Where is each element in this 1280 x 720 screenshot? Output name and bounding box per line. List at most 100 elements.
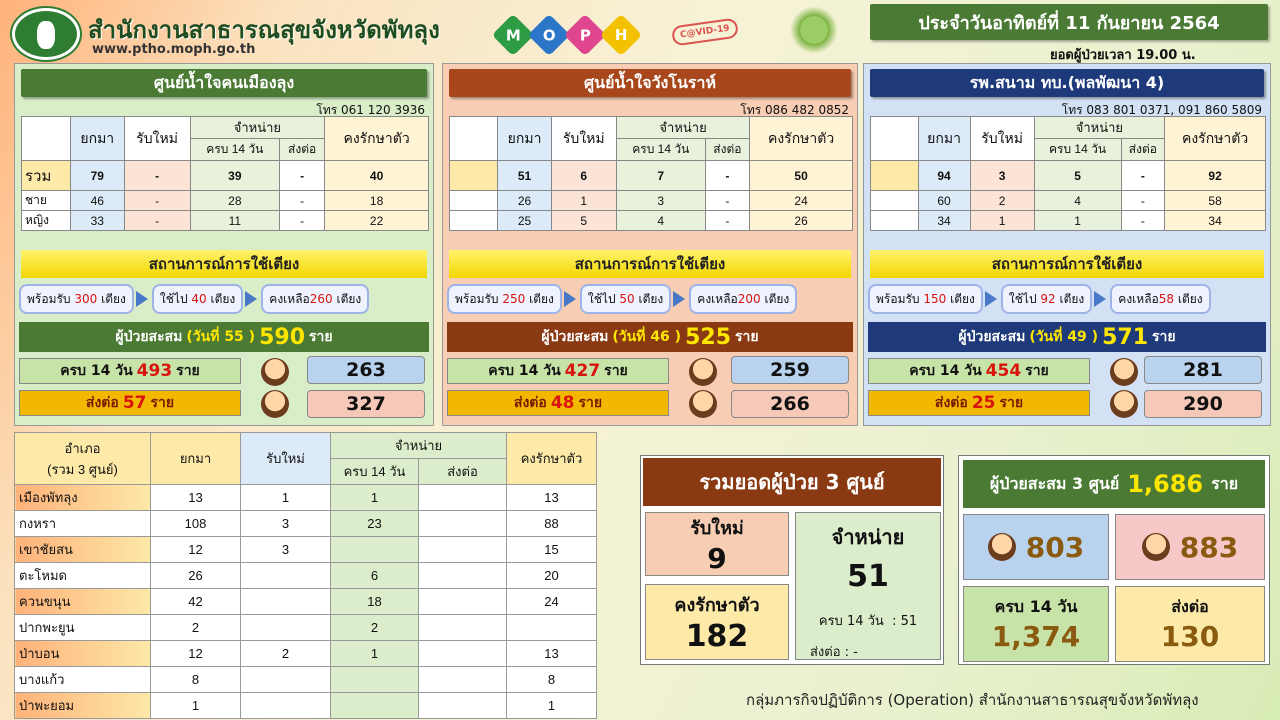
row-total-label bbox=[448, 160, 499, 191]
row-total-cell: 50 bbox=[749, 160, 853, 191]
bed-used: ใช้ไป 92 เตียง bbox=[1000, 284, 1093, 314]
row-total-cell: - bbox=[1120, 160, 1166, 191]
summary-new-label: รับใหม่ bbox=[690, 518, 744, 539]
district-cell: 20 bbox=[506, 562, 597, 589]
row-total-cell: 6 bbox=[550, 160, 617, 191]
cumulative-unit: ราย bbox=[1211, 473, 1239, 493]
refer-box: ส่งต่อ 57 ราย bbox=[19, 390, 241, 416]
summary-title: รวมยอดผู้ป่วย 3 ศูนย์ bbox=[643, 458, 941, 506]
district-name: ป่าบอน bbox=[14, 640, 151, 667]
bed-left-label: คงเหลือ bbox=[697, 291, 738, 306]
website-link[interactable]: www.ptho.moph.go.th bbox=[92, 42, 255, 57]
bed-unit: เตียง bbox=[1177, 291, 1203, 306]
district-cell: 13 bbox=[506, 640, 597, 667]
panel-table: ยกมา รับใหม่ จำหน่าย คงรักษาตัว ครบ 14 ว… bbox=[870, 116, 1266, 231]
row-male-cell: 28 bbox=[189, 190, 281, 211]
girls-count: 327 bbox=[307, 390, 425, 418]
district-cell bbox=[418, 484, 507, 511]
cumulative-value: 1,686 bbox=[1127, 470, 1204, 498]
corner-cell bbox=[21, 116, 71, 161]
col-new: รับใหม่ bbox=[240, 432, 331, 485]
district-cell: 6 bbox=[330, 562, 419, 589]
bed-unit: เตียง bbox=[764, 291, 790, 306]
refer-value: 48 bbox=[550, 393, 575, 413]
col-remaining: คงรักษาตัว bbox=[749, 116, 853, 161]
district-cell bbox=[418, 536, 507, 563]
panel-1: ศูนย์น้ำใจคนเมืองลุง โทร 061 120 3936 ยก… bbox=[14, 63, 434, 426]
bed-unit: เตียง bbox=[529, 291, 554, 306]
row-female-cell: 11 bbox=[189, 210, 281, 231]
cumulative-refer: ส่งต่อ 130 bbox=[1115, 586, 1265, 662]
district-name: เมืองพัทลุง bbox=[14, 484, 151, 511]
row-female-cell: 34 bbox=[1164, 210, 1266, 231]
arrow-icon bbox=[135, 291, 150, 307]
district-cell bbox=[418, 640, 507, 667]
time-note: ยอดผู้ป่วยเวลา 19.00 น. bbox=[1050, 48, 1196, 63]
cum-day: (วันที่ 55 ) bbox=[186, 326, 255, 348]
district-cell: 12 bbox=[150, 536, 241, 563]
arrow-icon bbox=[563, 291, 578, 307]
district-cell: 88 bbox=[506, 510, 597, 537]
row-male-cell: 2 bbox=[969, 190, 1035, 211]
bed-unit: เตียง bbox=[336, 291, 362, 306]
summary-discharge-label: จำหน่าย bbox=[831, 525, 905, 549]
done14-value: 427 bbox=[564, 361, 601, 381]
row-female-label bbox=[448, 210, 499, 231]
bed-unit: เตียง bbox=[950, 291, 975, 306]
col-carried: ยกมา bbox=[69, 116, 125, 161]
district-header-sub: (รวม 3 ศูนย์) bbox=[47, 461, 118, 477]
row-male-label bbox=[870, 190, 919, 211]
cumulative-panel: ผู้ป่วยสะสม 3 ศูนย์ 1,686 ราย 803 883 คร… bbox=[958, 455, 1270, 665]
bed-status-bar: สถานการณ์การใช้เตียง bbox=[449, 250, 851, 278]
district-cell bbox=[330, 536, 419, 563]
cumulative-done14-value: 1,374 bbox=[991, 620, 1081, 653]
row-female-cell: 4 bbox=[615, 210, 706, 231]
cumulative-done14: ครบ 14 วัน 1,374 bbox=[963, 586, 1109, 662]
row-female-cell: 33 bbox=[69, 210, 125, 231]
col-refer: ส่งต่อ bbox=[279, 138, 326, 161]
summary-new-value: 9 bbox=[707, 542, 727, 575]
cum-day-prefix: (วันที่ bbox=[186, 329, 220, 345]
col-new: รับใหม่ bbox=[969, 116, 1035, 161]
bed-unit: เตียง bbox=[101, 291, 126, 306]
col-refer: ส่งต่อ bbox=[418, 458, 507, 485]
row-female-cell: - bbox=[1120, 210, 1166, 231]
district-name: ป่าพะยอม bbox=[14, 692, 151, 719]
summary-discharge-value: 51 bbox=[847, 559, 889, 594]
district-cell: 2 bbox=[330, 614, 419, 641]
bed-left-label: คงเหลือ bbox=[1118, 291, 1159, 306]
row-female-cell: 22 bbox=[324, 210, 429, 231]
row-male-cell: - bbox=[1120, 190, 1166, 211]
row-total-label bbox=[870, 160, 919, 191]
arrow-icon bbox=[1094, 291, 1108, 307]
summary-remaining-value: 182 bbox=[685, 619, 749, 654]
col-complete14: ครบ 14 วัน bbox=[189, 138, 281, 161]
district-name: ควนขนุน bbox=[14, 588, 151, 615]
district-cell: 15 bbox=[506, 536, 597, 563]
row-total-cell: 51 bbox=[497, 160, 552, 191]
moph-letter-h: H bbox=[599, 13, 643, 57]
table-row: ป่าพะยอม 1 1 bbox=[14, 692, 597, 719]
row-total-label: รวม bbox=[21, 160, 71, 191]
moph-logo bbox=[12, 8, 80, 60]
row-total-cell: 40 bbox=[324, 160, 429, 191]
row-female-cell: 34 bbox=[917, 210, 971, 231]
bed-ready: พร้อมรับ 250 เตียง bbox=[447, 284, 562, 314]
district-cell bbox=[418, 614, 507, 641]
row-total-cell: 3 bbox=[969, 160, 1035, 191]
summary-remaining-label: คงรักษาตัว bbox=[674, 595, 760, 616]
refer-label: ส่งต่อ bbox=[934, 395, 968, 411]
cum-day-suffix: ) bbox=[1091, 329, 1099, 345]
cum-total: 590 bbox=[259, 324, 306, 350]
summary-new: รับใหม่ 9 bbox=[645, 512, 789, 576]
cumulative-bar: ผู้ป่วยสะสม (วันที่ 49 ) 571 ราย bbox=[868, 322, 1266, 352]
col-carried: ยกมา bbox=[917, 116, 971, 161]
girl-icon bbox=[1110, 390, 1138, 418]
row-female-cell: 1 bbox=[969, 210, 1035, 231]
row-female-cell: 1 bbox=[1033, 210, 1122, 231]
row-female-cell: 26 bbox=[749, 210, 853, 231]
district-cell: 26 bbox=[150, 562, 241, 589]
refer-unit: ราย bbox=[578, 395, 603, 411]
cum-unit: ราย bbox=[1152, 329, 1176, 345]
district-cell: 1 bbox=[240, 484, 331, 511]
